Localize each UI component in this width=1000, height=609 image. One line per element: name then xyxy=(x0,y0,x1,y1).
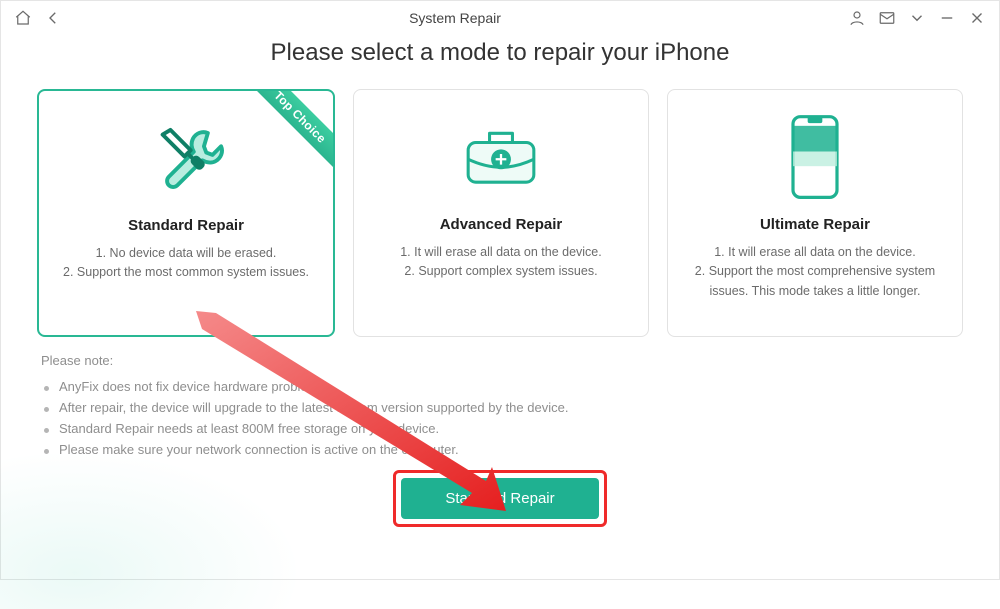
card-description: 1. No device data will be erased. 2. Sup… xyxy=(57,244,315,283)
card-description: 1. It will erase all data on the device.… xyxy=(372,243,630,282)
card-standard-repair[interactable]: Top Choice Standard Repair 1. No device … xyxy=(37,89,335,337)
page-heading: Please select a mode to repair your iPho… xyxy=(1,39,999,67)
window-title: System Repair xyxy=(63,10,847,26)
card-line: 1. It will erase all data on the device. xyxy=(686,243,944,262)
note-item: AnyFix does not fix device hardware prob… xyxy=(41,376,959,397)
close-icon[interactable] xyxy=(967,8,987,28)
card-title: Ultimate Repair xyxy=(686,216,944,233)
card-ultimate-repair[interactable]: Ultimate Repair 1. It will erase all dat… xyxy=(667,89,963,337)
note-title: Please note: xyxy=(41,353,959,368)
home-icon[interactable] xyxy=(13,8,33,28)
card-line: 1. It will erase all data on the device. xyxy=(372,243,630,262)
medkit-icon xyxy=(459,118,543,201)
mail-icon[interactable] xyxy=(877,8,897,28)
phone-repair-icon xyxy=(786,113,844,206)
card-description: 1. It will erase all data on the device.… xyxy=(686,243,944,301)
note-item: After repair, the device will upgrade to… xyxy=(41,397,959,418)
card-advanced-repair[interactable]: Advanced Repair 1. It will erase all dat… xyxy=(353,89,649,337)
minimize-icon[interactable] xyxy=(937,8,957,28)
card-line: 2. Support the most comprehensive system… xyxy=(686,262,944,301)
card-title: Advanced Repair xyxy=(372,216,630,233)
card-title: Standard Repair xyxy=(57,217,315,234)
note-item: Standard Repair needs at least 800M free… xyxy=(41,418,959,439)
card-line: 2. Support complex system issues. xyxy=(372,262,630,281)
standard-repair-button[interactable]: Standard Repair xyxy=(401,478,598,519)
titlebar: System Repair xyxy=(1,1,999,35)
tools-icon xyxy=(147,119,225,202)
note-item: Please make sure your network connection… xyxy=(41,439,959,460)
card-line: 2. Support the most common system issues… xyxy=(57,263,315,282)
note-list: AnyFix does not fix device hardware prob… xyxy=(41,376,959,460)
user-icon[interactable] xyxy=(847,8,867,28)
back-icon[interactable] xyxy=(43,8,63,28)
mode-cards: Top Choice Standard Repair 1. No device … xyxy=(1,89,999,337)
chevron-down-icon[interactable] xyxy=(907,8,927,28)
note-section: Please note: AnyFix does not fix device … xyxy=(1,337,999,460)
card-line: 1. No device data will be erased. xyxy=(57,244,315,263)
